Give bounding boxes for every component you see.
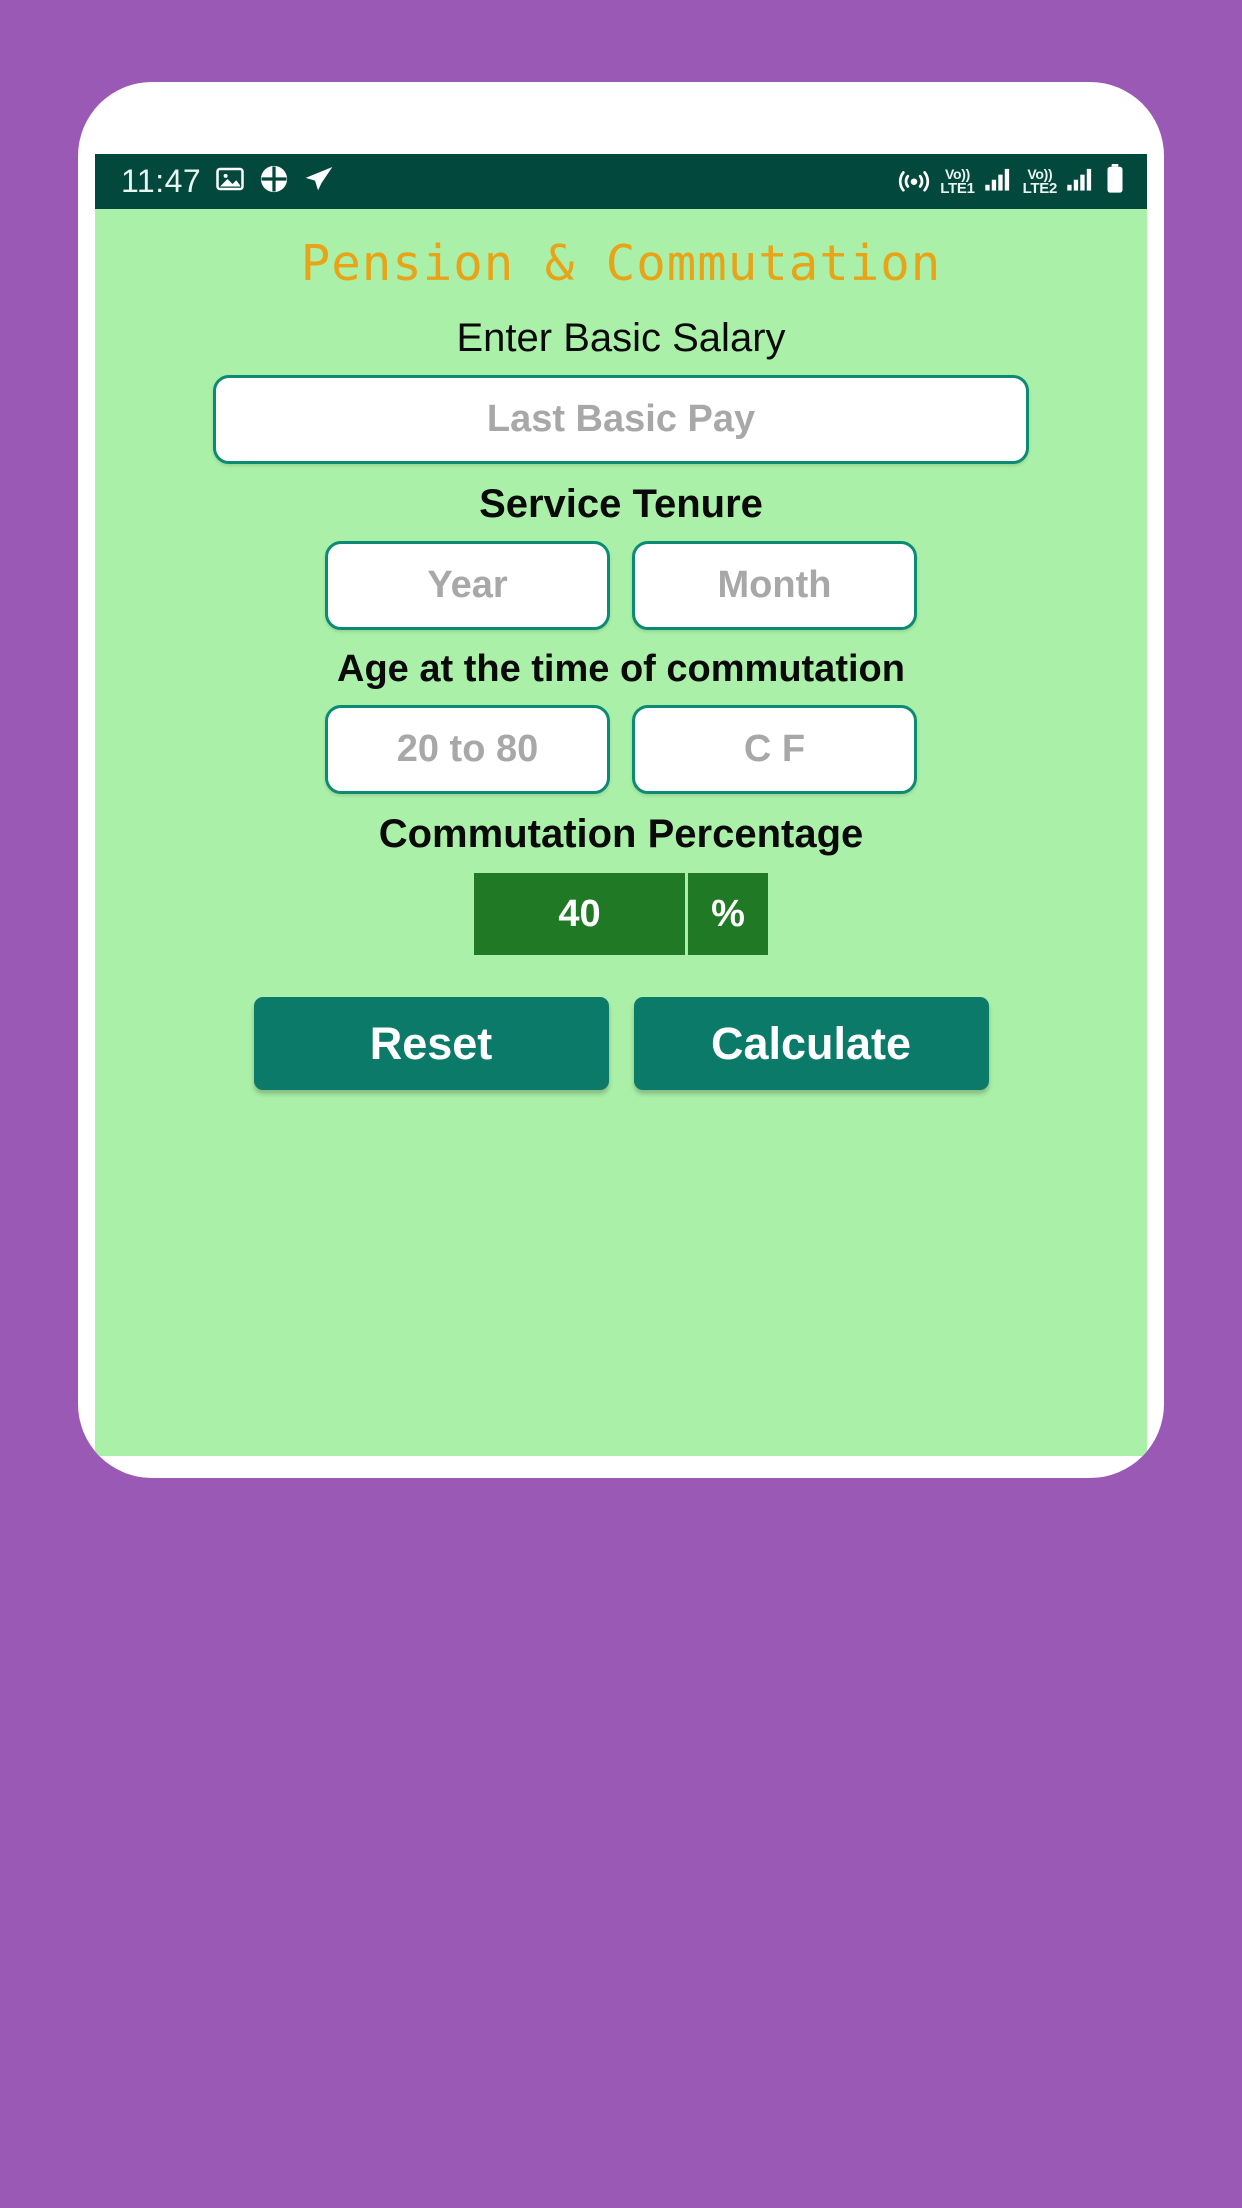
action-button-row: Reset Calculate bbox=[95, 997, 1147, 1090]
hotspot-icon bbox=[897, 164, 931, 199]
signal-bars-sim1-icon bbox=[984, 166, 1014, 197]
status-bar-clock: 11:47 bbox=[121, 163, 202, 199]
commutation-percentage-value[interactable]: 40 bbox=[474, 873, 685, 955]
age-label: Age at the time of commutation bbox=[337, 648, 905, 690]
status-bar: 11:47 Vo)) LTE1 Vo)) LTE2 bbox=[95, 154, 1147, 209]
clover-app-icon bbox=[259, 164, 289, 199]
volte-sim1-top: Vo)) bbox=[944, 166, 970, 182]
tenure-month-input[interactable]: Month bbox=[632, 541, 917, 630]
battery-icon bbox=[1105, 164, 1125, 199]
age-row: 20 to 80 C F bbox=[95, 705, 1147, 794]
calculate-button[interactable]: Calculate bbox=[633, 997, 989, 1090]
volte-sim1-bottom: LTE1 bbox=[940, 180, 975, 197]
gallery-icon bbox=[215, 164, 245, 199]
app-content: Pension & Commutation Enter Basic Salary… bbox=[95, 209, 1147, 1456]
page-title: Pension & Commutation bbox=[300, 235, 942, 292]
phone-screen: 11:47 Vo)) LTE1 Vo)) LTE2 Pension & Comm… bbox=[95, 154, 1147, 1456]
age-input[interactable]: 20 to 80 bbox=[325, 705, 610, 794]
status-bar-left: 11:47 bbox=[121, 163, 335, 200]
service-tenure-row: Year Month bbox=[95, 541, 1147, 630]
commutation-factor-input[interactable]: C F bbox=[632, 705, 917, 794]
basic-salary-row: Last Basic Pay bbox=[95, 375, 1147, 464]
basic-salary-input[interactable]: Last Basic Pay bbox=[213, 375, 1029, 464]
phone-frame: 11:47 Vo)) LTE1 Vo)) LTE2 Pension & Comm… bbox=[78, 82, 1164, 1478]
basic-salary-label: Enter Basic Salary bbox=[456, 316, 786, 360]
telegram-send-icon bbox=[303, 163, 335, 200]
commutation-percentage-label: Commutation Percentage bbox=[378, 812, 864, 856]
volte-sim2-icon: Vo)) LTE2 bbox=[1022, 166, 1058, 197]
reset-button[interactable]: Reset bbox=[253, 997, 609, 1090]
volte-sim2-bottom: LTE2 bbox=[1022, 180, 1058, 197]
tenure-year-input[interactable]: Year bbox=[325, 541, 610, 630]
volte-sim1-icon: Vo)) LTE1 bbox=[940, 166, 975, 197]
service-tenure-label: Service Tenure bbox=[479, 482, 763, 526]
commutation-percentage-row: 40 % bbox=[95, 873, 1147, 955]
volte-sim2-top: Vo)) bbox=[1027, 166, 1053, 182]
signal-bars-sim2-icon bbox=[1066, 166, 1096, 197]
percent-symbol: % bbox=[688, 873, 768, 955]
status-bar-right: Vo)) LTE1 Vo)) LTE2 bbox=[897, 164, 1125, 199]
